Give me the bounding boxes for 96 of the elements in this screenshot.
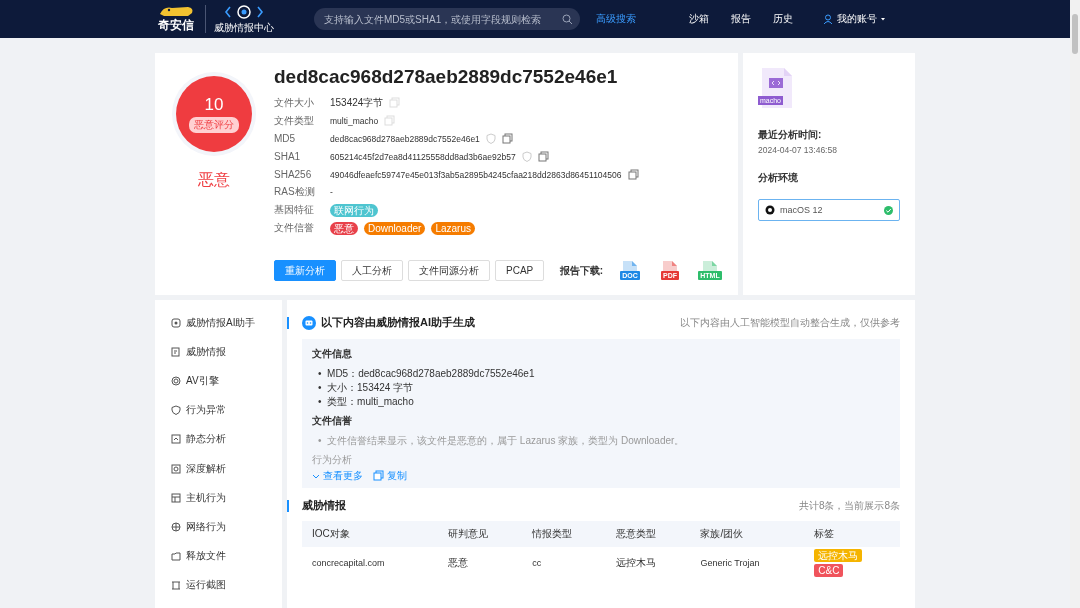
field-value: - [330,187,333,198]
verdict-label: 恶意 [198,170,230,190]
tag: C&C [814,564,844,577]
last-analysis-time: 2024-04-07 13:46:58 [758,145,838,155]
last-analysis-label: 最近分析时间: [758,128,823,142]
action-button[interactable]: 文件同源分析 [408,260,490,281]
section-icon [171,405,181,416]
table-cell: 恶意 [438,547,523,577]
sidebar-item[interactable]: 威胁情报 [171,337,282,367]
copy-icon [501,133,513,145]
download-label: 报告下载: [559,263,603,278]
sidebar-item[interactable]: 网络行为 [171,512,282,542]
section-title: 以下内容由威胁情报AI助手生成 [321,315,475,330]
column-header: 情报类型 [522,521,607,547]
summary-item: • 大小：153424 字节 [318,381,414,395]
column-header: 标签 [804,521,900,547]
result-count: 共计8条，当前展示8条 [798,498,900,513]
search-field[interactable]: 支持输入文件MD5或SHA1，或使用字段规则检索 [314,8,580,30]
section-title: 威胁情报 [302,498,346,513]
sidebar-item[interactable]: AV引擎 [171,366,282,396]
shield-icon [521,151,532,163]
field-label: 文件类型 [274,113,315,128]
section-icon [171,521,181,532]
field-value: ded8cac968d278aeb2889dc7552e46e1 [330,133,480,144]
shield-icon [485,133,496,145]
copy-icon [384,115,396,127]
table-cell: concrecapital.com [302,547,439,577]
field-value: 49046dfeaefc59747e45e013f3ab5a2895b4245cfaa218dd2863d86451104506 [330,169,622,180]
table-cell: Generic Trojan [690,547,805,577]
action-button[interactable]: 人工分析 [341,260,403,281]
chevron-down-icon [312,472,320,479]
section-icon [171,346,181,357]
sidebar-item[interactable]: 行为异常 [171,395,282,425]
tag: Lazarus [431,221,475,235]
environment-label: 分析环境 [758,171,799,185]
table-cell: cc [522,547,607,577]
sidebar-item[interactable]: 主机行为 [171,483,282,513]
robot-icon [302,315,316,330]
caret-icon [881,17,885,21]
copy-icon [389,97,401,109]
summary-heading: 行为分析 [312,453,353,467]
summary-item: • 文件信誉结果显示，该文件是恶意的，属于 Lazarus 家族，类型为 Downloader。 [318,434,685,448]
nav-link[interactable]: 报告 [731,12,751,26]
field-value: multi_macho [330,115,379,126]
column-header: 家族/团伙 [690,521,805,547]
radar-logo-icon [224,3,264,20]
section-icon [171,434,181,445]
summary-item: • MD5：ded8cac968d278aeb2889dc7552e46e1 [318,367,535,381]
disclaimer-note: 以下内容由人工智能模型自动整合生成，仅供参考 [680,315,900,330]
summary-heading: 文件信誉 [312,414,353,428]
environment-option[interactable]: macOS 12 [758,199,900,221]
section-icon [171,317,181,328]
nav-link[interactable]: 历史 [773,12,793,26]
copy-icon [627,169,639,180]
field-label: SHA256 [274,169,313,180]
field-label: RAS检测 [274,185,316,200]
advanced-search-link[interactable]: 高级搜索 [596,12,636,26]
sidebar-item[interactable]: 威胁情报AI助手 [171,308,282,338]
tag: 远控木马 [814,549,863,562]
table-cell: 远控木马 [606,547,691,577]
product-name: 威胁情报中心 [214,20,274,35]
sidebar-item[interactable]: 静态分析 [171,424,282,454]
user-icon [823,14,833,24]
tag: 联网行为 [330,203,378,217]
field-value: 605214c45f2d7ea8d41125558dd8ad3b6ae92b57 [330,151,516,162]
account-menu[interactable]: 我的账号 [823,12,885,26]
copy-icon [373,470,384,481]
copy-icon [537,151,549,163]
column-header: IOC对象 [302,521,439,547]
column-header: 研判意见 [438,521,523,547]
section-icon [171,580,181,591]
nav-link[interactable]: 沙箱 [689,12,709,26]
section-icon [171,551,181,562]
tag: Downloader [364,221,426,235]
brand-name: 奇安信 [158,17,194,34]
tag: 恶意 [330,221,358,235]
file-hash-title: ded8cac968d278aeb2889dc7552e46e1 [274,66,619,88]
field-label: MD5 [274,133,297,145]
field-label: SHA1 [274,151,302,163]
scrollbar[interactable] [1070,0,1080,608]
field-label: 基因特征 [274,203,315,218]
summary-item: • 类型：multi_macho [318,395,414,409]
summary-heading: 文件信息 [312,347,353,361]
field-value: 153424字节 [330,95,384,110]
section-icon [171,463,181,474]
sidebar-item[interactable]: 释放文件 [171,541,282,571]
section-icon [171,375,181,386]
search-icon [562,14,572,24]
action-button[interactable]: PCAP [495,260,545,281]
field-label: 文件信誉 [274,221,315,236]
sidebar-item[interactable]: 深度解析 [171,453,282,484]
sidebar-item[interactable]: 运行截图 [171,570,282,600]
section-icon [171,492,181,503]
field-label: 文件大小 [274,95,315,110]
column-header: 恶意类型 [606,521,691,547]
score-badge: 10 恶意评分 [176,76,252,152]
